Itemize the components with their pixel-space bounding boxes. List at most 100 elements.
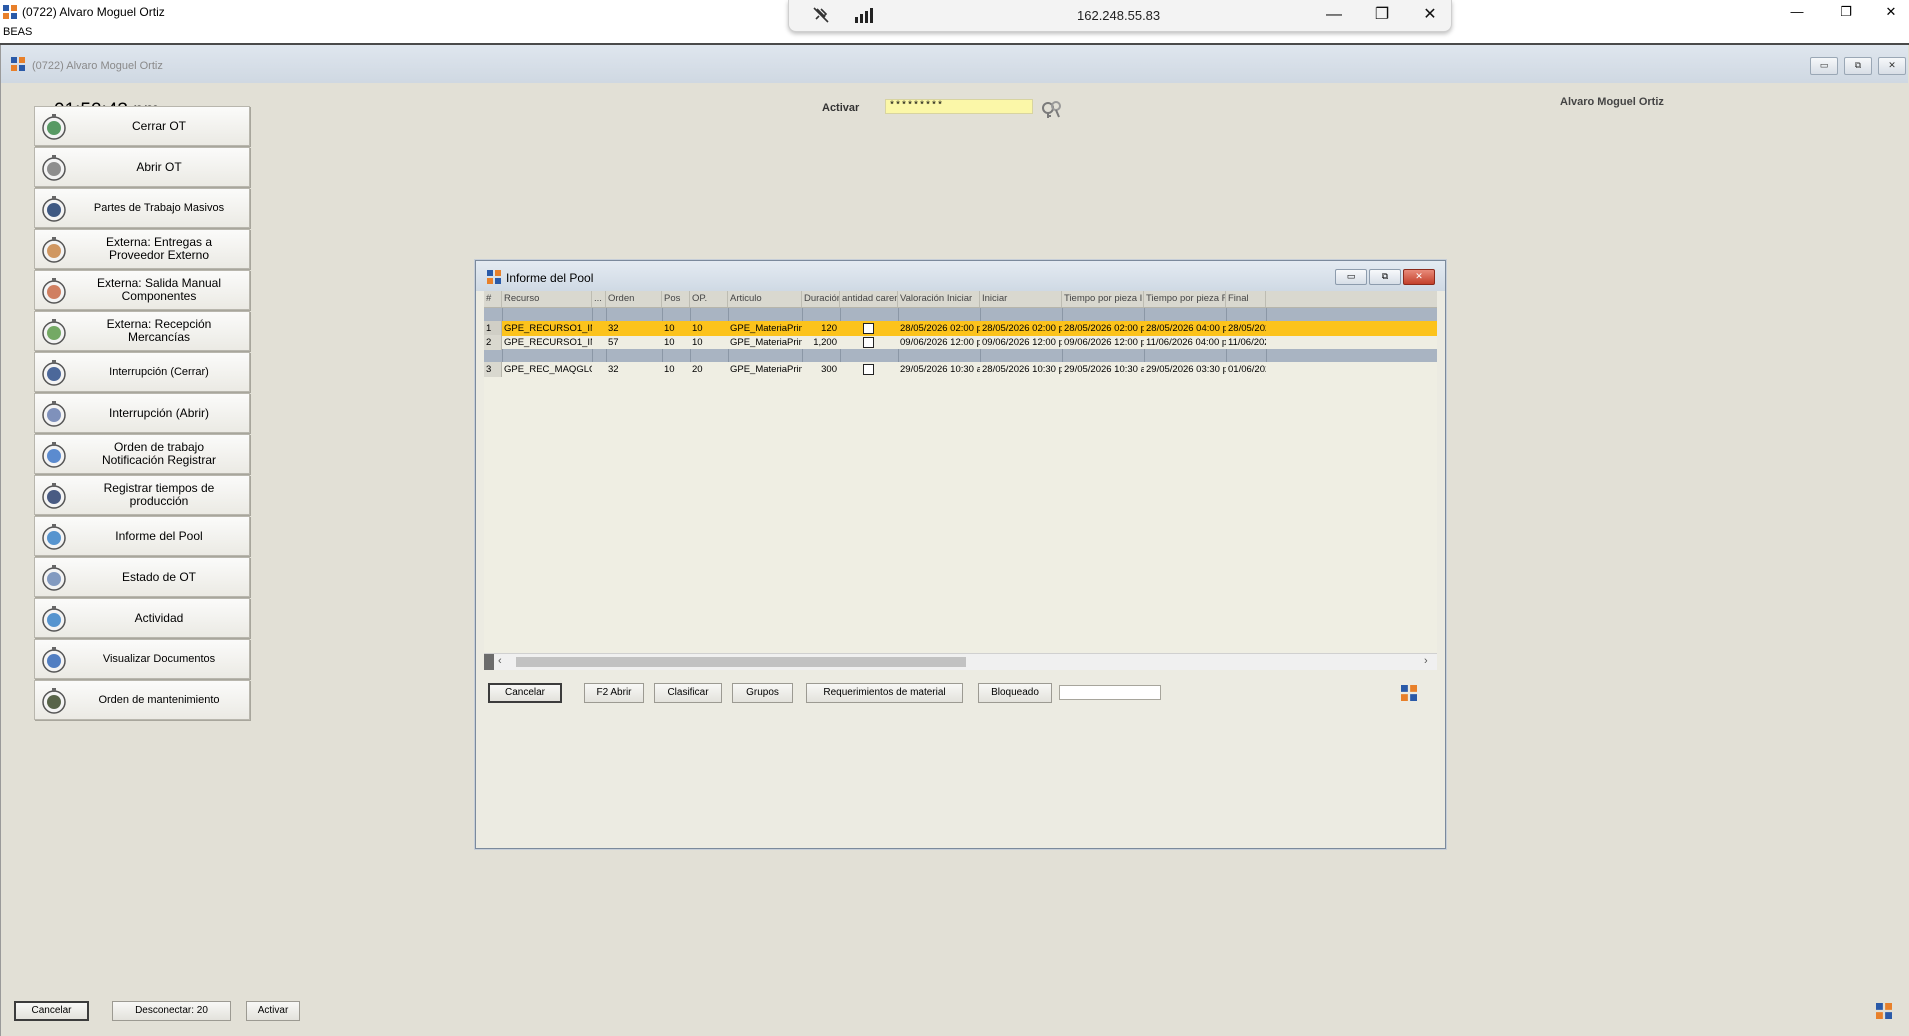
column-header[interactable]: Tiempo por pieza Fina (1144, 291, 1226, 307)
beas-logo-icon (1401, 685, 1417, 701)
group-bar-cell (840, 349, 899, 362)
checklist-pencil-icon (42, 606, 66, 632)
signal-strength-icon[interactable] (853, 6, 873, 24)
column-header[interactable]: Duración (802, 291, 840, 307)
column-header[interactable]: Articulo (728, 291, 802, 307)
dialog-titlebar: Informe del Pool ▭ ⧉ ✕ (476, 261, 1445, 291)
cell-pos: 10 (664, 337, 675, 348)
cell-orden: 32 (608, 323, 619, 334)
group-bar-cell (1062, 349, 1145, 362)
group-bar-cell (484, 308, 503, 321)
column-header[interactable]: # (484, 291, 502, 307)
column-header[interactable]: Tiempo por pieza Inic (1062, 291, 1144, 307)
group-bar-cell (606, 308, 663, 321)
menu-button-label: Orden de trabajo Notificación Registrar (101, 440, 217, 467)
group-bar-cell (690, 308, 729, 321)
group-bar-cell (980, 308, 1063, 321)
menu-button-label: Orden de mantenimiento (98, 693, 220, 706)
cell-op: 10 (692, 323, 703, 334)
app-minimize-button[interactable]: ▭ (1810, 57, 1838, 75)
os-window-title: (0722) Alvaro Moguel Ortiz (22, 5, 165, 19)
os-restore-button[interactable]: ❐ (1831, 4, 1861, 20)
column-header[interactable]: antidad carenci (840, 291, 898, 307)
remote-restore-button[interactable]: ❐ (1367, 3, 1397, 27)
dialog-minimize-button[interactable]: ▭ (1335, 269, 1367, 285)
table-row[interactable]: 2GPE_RECURSO1_IND... 57 10 10 GPE_MateriaPri… (484, 335, 1437, 350)
column-header[interactable]: Pos (662, 291, 690, 307)
dialog-blocked-button[interactable]: Bloqueado (978, 683, 1052, 703)
app-close-button[interactable]: ✕ (1878, 57, 1906, 75)
dialog-restore-button[interactable]: ⧉ (1369, 269, 1401, 285)
disconnect-button[interactable]: Desconectar: 20 (112, 1001, 231, 1021)
menu-button-label: Externa: Entregas a Proveedor Externo (105, 235, 213, 262)
menu-button-label: Externa: Salida Manual Componentes (96, 276, 222, 303)
column-header[interactable]: Recurso (502, 291, 592, 307)
cell-articulo: GPE_MateriaPrim... (730, 337, 802, 348)
shortage-checkbox[interactable] (863, 337, 874, 348)
menu-button-5[interactable]: Externa: Salida Manual Componentes (34, 270, 250, 310)
menu-button-7[interactable]: Interrupción (Cerrar) (34, 352, 250, 392)
menu-button-3[interactable]: Partes de Trabajo Masivos (34, 188, 250, 228)
scroll-left-arrow-icon[interactable]: ‹ (498, 655, 502, 667)
cell-orden: 32 (608, 364, 619, 375)
menu-button-10[interactable]: Registrar tiempos de producción (34, 475, 250, 515)
dialog-material-requirements-button[interactable]: Requerimientos de material (806, 683, 963, 703)
activate-button[interactable]: Activar (246, 1001, 300, 1021)
cell-num: 3 (484, 362, 502, 377)
remote-connection-bar: 162.248.55.83 — ❐ ✕ (788, 0, 1452, 32)
menu-button-4[interactable]: Externa: Entregas a Proveedor Externo (34, 229, 250, 269)
dialog-classify-button[interactable]: Clasificar (654, 683, 722, 703)
remote-close-button[interactable]: ✕ (1415, 3, 1445, 27)
dialog-cancel-button[interactable]: Cancelar (488, 683, 562, 703)
shortage-checkbox[interactable] (863, 364, 874, 375)
column-header[interactable]: ... (592, 291, 606, 307)
menu-button-9[interactable]: Orden de trabajo Notificación Registrar (34, 434, 250, 474)
column-header[interactable]: Final (1226, 291, 1266, 307)
horizontal-scrollbar[interactable]: ‹ › (484, 653, 1437, 670)
table-row[interactable]: 3GPE_REC_MAQGLOBAL 32 10 20 GPE_MateriaPrim.… (484, 362, 1437, 377)
cancel-button[interactable]: Cancelar (14, 1001, 89, 1021)
column-header[interactable]: OP. (690, 291, 728, 307)
os-close-button[interactable]: ✕ (1876, 4, 1906, 20)
scrollbar-thumb[interactable] (516, 657, 966, 667)
menu-button-label: Partes de Trabajo Masivos (93, 201, 225, 214)
keys-icon[interactable] (1039, 97, 1065, 119)
beas-logo-icon (1876, 1003, 1892, 1019)
dialog-close-button[interactable]: ✕ (1403, 269, 1435, 285)
menu-button-8[interactable]: Interrupción (Abrir) (34, 393, 250, 433)
column-header[interactable]: Orden (606, 291, 662, 307)
os-minimize-button[interactable]: — (1782, 4, 1812, 19)
menu-button-12[interactable]: Estado de OT (34, 557, 250, 597)
menu-button-1[interactable]: Cerrar OT (34, 106, 250, 146)
cell-recurso: GPE_RECURSO1_IND... (504, 337, 592, 348)
group-bar-cell (484, 349, 503, 362)
menu-button-2[interactable]: Abrir OT (34, 147, 250, 187)
remote-ip-address: 162.248.55.83 (1077, 8, 1161, 23)
dialog-open-button[interactable]: F2 Abrir (584, 683, 644, 703)
menu-button-15[interactable]: Orden de mantenimiento (34, 680, 250, 720)
password-field[interactable]: ********* (885, 99, 1033, 114)
group-bar-cell (1144, 349, 1227, 362)
scroll-right-arrow-icon[interactable]: › (1424, 655, 1428, 667)
box-out-icon (42, 278, 66, 304)
cell-tpp_inic: 29/05/2026 10:30 am (1064, 364, 1144, 375)
cell-pos: 10 (664, 323, 675, 334)
app-restore-button[interactable]: ⧉ (1844, 57, 1872, 75)
blocked-field[interactable] (1059, 685, 1161, 700)
cell-val_iniciar: 09/06/2026 12:00 pm (900, 337, 980, 348)
menu-button-6[interactable]: Externa: Recepción Mercancías (34, 311, 250, 351)
shortage-checkbox[interactable] (863, 323, 874, 334)
menu-button-14[interactable]: Visualizar Documentos (34, 639, 250, 679)
remote-minimize-button[interactable]: — (1319, 3, 1349, 27)
menu-button-11[interactable]: Informe del Pool (34, 516, 250, 556)
menu-button-label: Informe del Pool (115, 528, 203, 543)
column-header[interactable]: Valoración Iniciar (898, 291, 980, 307)
menu-button-13[interactable]: Actividad (34, 598, 250, 638)
table-row[interactable]: 1GPE_RECURSO1_IND... 32 10 10 GPE_MateriaPri… (484, 321, 1437, 336)
column-header[interactable]: Iniciar (980, 291, 1062, 307)
group-bar-cell (662, 308, 691, 321)
menu-button-label: Cerrar OT (132, 118, 186, 133)
unpin-icon[interactable] (811, 6, 831, 24)
dialog-groups-button[interactable]: Grupos (732, 683, 793, 703)
cell-tpp_fina: 28/05/2026 04:00 pm (1146, 323, 1226, 334)
